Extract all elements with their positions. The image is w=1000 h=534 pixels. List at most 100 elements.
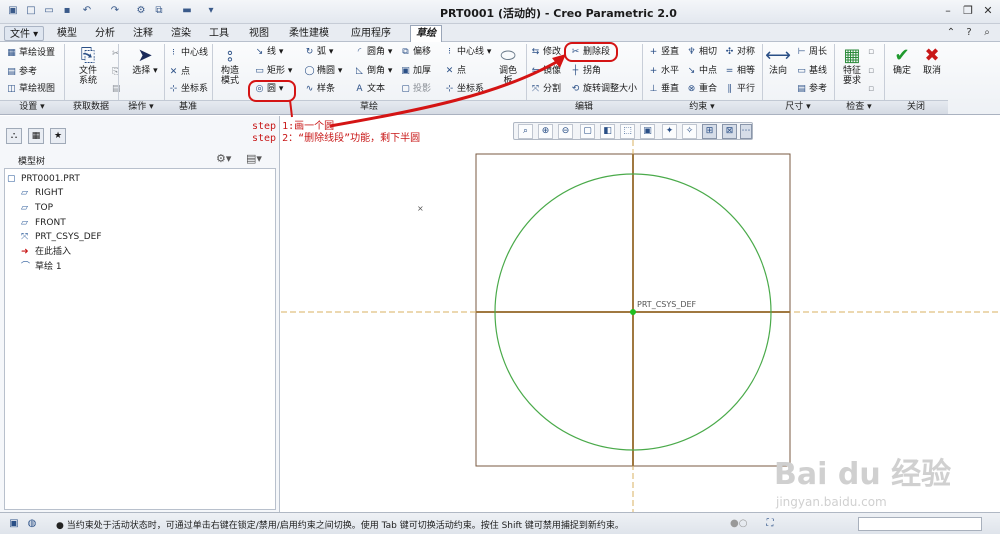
group-dimension[interactable]: 尺寸 ▾ [762,100,834,114]
group-constrain[interactable]: 约束 ▾ [642,100,762,114]
horizontal-constraint-button[interactable]: + 水平 [648,65,679,78]
project-button[interactable]: ▢ 投影 [400,83,431,96]
csys-origin [630,309,636,315]
tree-item-right[interactable]: ▱ RIGHT [21,187,63,199]
text-button[interactable]: A 文本 [354,83,385,96]
inspect-tool-1-icon[interactable]: ▫ [868,46,874,59]
normal-dimension-icon: ⟷ [765,45,791,66]
favorites-tab[interactable]: ★ [50,128,66,144]
folder-browser-tab[interactable]: ▦ [28,128,44,144]
equal-constraint-button[interactable]: = 相等 [724,65,755,78]
minimize-ribbon-icon[interactable]: ⌃ [944,26,958,40]
spline-button[interactable]: ∿ 样条 [304,83,335,96]
feature-requirements-icon: ▦ [843,45,861,66]
rotate-resize-button[interactable]: ⟲ 旋转调整大小 [570,83,637,96]
help-icon[interactable]: ? [962,26,976,40]
sketch-view-button[interactable]: ◫ 草绘视图 [6,83,55,96]
mirror-button[interactable]: ⇋ 镜像 [530,65,561,78]
maximize-button[interactable]: ❐ [960,3,976,19]
paste-icon[interactable]: ▤ [112,83,121,96]
undo-icon[interactable]: ↶ [80,4,94,18]
tree-item-sketch[interactable]: ⌒ 草绘 1 [21,261,62,273]
model-tree-tab[interactable]: ⛬ [6,128,22,144]
perpendicular-constraint-button[interactable]: ⊥ 垂直 [648,83,679,96]
datum-coord-sys-button[interactable]: ⊹ 坐标系 [168,83,208,96]
save-icon[interactable]: ▪ [60,4,74,18]
tree-columns-icon[interactable]: ▤▾ [246,152,262,165]
offset-button[interactable]: ⧉ 偏移 [400,46,431,59]
divide-button[interactable]: ⤧ 分割 [530,83,561,96]
coincident-constraint-button[interactable]: ⊗ 重合 [686,83,717,96]
sketch-point-button[interactable]: ✕ 点 [444,65,466,78]
tree-item-insert-here[interactable]: ➜ 在此插入 [21,246,71,258]
minimize-button[interactable]: – [940,3,956,19]
folder-icon[interactable]: ▬ [180,4,194,18]
open-icon[interactable]: ▭ [42,4,56,18]
tab-annotate[interactable]: 注释 [128,26,158,41]
fillet-button[interactable]: ◜ 圆角 ▾ [354,46,393,59]
tab-file[interactable]: 文件 ▾ [4,26,45,41]
chamfer-button[interactable]: ◺ 倒角 ▾ [354,65,392,78]
tree-item-front[interactable]: ▱ FRONT [21,217,66,229]
feature-requirements-button[interactable]: ▦ 特征 要求 [838,45,866,87]
cancel-button[interactable]: ✖ 取消 [918,46,946,77]
tangent-constraint-button[interactable]: ♆ 相切 [686,46,717,59]
perimeter-button[interactable]: ⊢ 周长 [796,46,827,59]
tab-model[interactable]: 模型 [52,26,82,41]
tree-item-top[interactable]: ▱ TOP [21,202,53,214]
dimension-reference-button[interactable]: ▤ 参考 [796,83,827,96]
reference-button[interactable]: ▤ 参考 [6,66,37,79]
parallel-constraint-button[interactable]: ∥ 平行 [724,83,755,96]
inspect-tool-2-icon[interactable]: ▫ [868,65,874,78]
tab-analysis[interactable]: 分析 [90,26,120,41]
regenerate-icon[interactable]: ⚙ [134,4,148,18]
tab-flexible-modeling[interactable]: 柔性建模 [284,26,334,41]
rectangle-button[interactable]: ▭ 矩形 ▾ [254,65,292,78]
vertical-constraint-button[interactable]: + 竖直 [648,46,679,59]
datum-centerline-button[interactable]: ⁝ 中心线 [168,47,208,60]
redo-icon[interactable]: ↷ [108,4,122,18]
ellipse-button[interactable]: ◯ 椭圆 ▾ [304,65,342,78]
coord-sys-icon: ⊹ [445,84,454,94]
tree-item-csys[interactable]: ⤧ PRT_CSYS_DEF [21,231,102,243]
sketch-centerline-button[interactable]: ⁝ 中心线 ▾ [444,46,491,59]
midpoint-constraint-button[interactable]: ↘ 中点 [686,65,717,78]
sketch-setup-button[interactable]: ▦ 草绘设置 [6,47,55,60]
tab-applications[interactable]: 应用程序 [346,26,396,41]
group-operations[interactable]: 操作 ▾ [118,100,164,114]
selection-filter-icon[interactable]: ⛶ [762,516,778,532]
new-icon[interactable]: □ [24,4,38,18]
close-window-button[interactable]: ✕ [980,3,996,19]
modify-button[interactable]: ⇆ 修改 [530,46,561,59]
select-button[interactable]: ➤ 选择 ▾ [130,45,160,77]
thicken-button[interactable]: ▣ 加厚 [400,65,431,78]
sketch-coord-sys-button[interactable]: ⊹ 坐标系 [444,83,484,96]
palette-button[interactable]: ⬭ 调色 板 [494,46,522,87]
file-system-button[interactable]: ⎘ 文件 系统 [70,46,106,87]
tab-render[interactable]: 渲染 [166,26,196,41]
browser-toggle-icon[interactable]: ◍ [24,516,40,532]
cursor-arrow-icon: ➤ [137,45,153,66]
ok-button[interactable]: ✔ 确定 [888,46,916,77]
tab-tools[interactable]: 工具 [204,26,234,41]
construction-mode-button[interactable]: ⦂ 构造 模式 [216,46,244,87]
line-button[interactable]: ↘ 线 ▾ [254,46,284,59]
selection-filter-dropdown[interactable] [858,517,982,531]
symmetric-constraint-button[interactable]: ✣ 对称 [724,46,755,59]
normal-dimension-button[interactable]: ⟷ 法向 [764,45,792,77]
tab-sketch[interactable]: 草绘 [410,25,442,42]
window-icon[interactable]: ⧉ [152,4,166,18]
baseline-button[interactable]: ▭ 基线 [796,65,827,78]
arc-button[interactable]: ↻ 弧 ▾ [304,46,334,59]
datum-point-button[interactable]: ✕ 点 [168,66,190,79]
group-inspect[interactable]: 检查 ▾ [834,100,884,114]
inspect-tool-3-icon[interactable]: ▫ [868,83,874,96]
nav-toggle-icon[interactable]: ▣ [6,516,22,532]
customize-icon[interactable]: ▾ [204,4,218,18]
corner-button[interactable]: ┼ 拐角 [570,65,601,78]
group-setup[interactable]: 设置 ▾ [0,100,64,114]
tree-settings-icon[interactable]: ⚙▾ [216,152,231,165]
search-icon[interactable]: ⌕ [980,26,994,40]
tree-item-part[interactable]: ▢ PRT0001.PRT [7,173,80,185]
tab-view[interactable]: 视图 [244,26,274,41]
